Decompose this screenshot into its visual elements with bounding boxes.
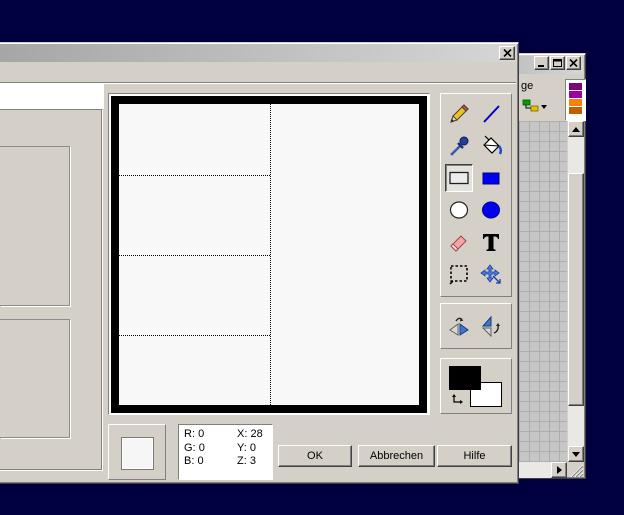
eraser-icon bbox=[450, 235, 467, 252]
size-grip[interactable] bbox=[568, 462, 584, 478]
brush-preview-box bbox=[108, 424, 166, 480]
filled-ellipse-tool[interactable] bbox=[477, 196, 505, 224]
blue-readout: B: 0 bbox=[184, 455, 204, 468]
arrow-down-icon bbox=[572, 451, 580, 457]
palette-swatch[interactable] bbox=[569, 91, 582, 98]
selection-icon bbox=[449, 265, 468, 285]
dialog-titlebar[interactable] bbox=[0, 44, 516, 62]
scroll-down-button[interactable] bbox=[568, 446, 584, 462]
left-list-area[interactable] bbox=[0, 84, 104, 109]
x-readout: X: 28 bbox=[237, 428, 263, 441]
text-icon bbox=[483, 234, 499, 251]
maximize-icon bbox=[553, 58, 562, 67]
arrow-up-icon bbox=[572, 126, 580, 132]
z-readout: Z: 3 bbox=[237, 455, 256, 468]
move-icon bbox=[480, 264, 501, 284]
eyedropper-icon bbox=[450, 136, 469, 156]
flip-vertical-button[interactable] bbox=[477, 312, 505, 340]
horizontal-guide-line bbox=[119, 255, 270, 256]
filled-rectangle-icon bbox=[482, 172, 500, 185]
flip-horizontal-button[interactable] bbox=[445, 312, 473, 340]
x-label: X: bbox=[237, 428, 248, 440]
y-label: Y: bbox=[237, 442, 247, 454]
minimize-button[interactable] bbox=[534, 56, 549, 70]
red-value: 0 bbox=[198, 428, 205, 440]
fill-bucket-icon bbox=[483, 135, 503, 155]
color-palette-strip[interactable] bbox=[565, 79, 586, 121]
minimize-icon bbox=[538, 64, 544, 67]
x-value: 28 bbox=[250, 428, 263, 440]
ellipse-icon bbox=[449, 201, 469, 219]
line-icon bbox=[483, 105, 500, 123]
palette-swatch[interactable] bbox=[569, 99, 582, 106]
transform-palette bbox=[440, 303, 512, 349]
filled-rectangle-tool[interactable] bbox=[477, 164, 505, 192]
resize-grip-icon bbox=[570, 464, 584, 478]
z-value: 3 bbox=[249, 455, 256, 467]
green-readout: G: 0 bbox=[184, 442, 205, 455]
pencil-tool[interactable] bbox=[445, 100, 473, 128]
foreground-color-swatch[interactable] bbox=[449, 366, 481, 390]
swap-colors-button[interactable] bbox=[451, 393, 467, 407]
flip-horizontal-icon bbox=[449, 317, 469, 336]
editor-dialog: R: 0 G: 0 B: 0 X: 28 Y: 0 Z: 3 OK Abbrec… bbox=[0, 42, 519, 484]
close-icon bbox=[502, 49, 512, 57]
brush-preview bbox=[121, 437, 154, 470]
menu-item[interactable]: ge bbox=[521, 80, 533, 93]
horizontal-scrollbar[interactable] bbox=[519, 462, 567, 478]
tool-grid bbox=[445, 100, 505, 288]
vertical-guide-line bbox=[270, 104, 271, 405]
y-readout: Y: 0 bbox=[237, 442, 256, 455]
text-tool[interactable] bbox=[477, 228, 505, 256]
rectangle-icon bbox=[449, 171, 469, 185]
red-label: R: bbox=[184, 428, 195, 440]
swap-colors-icon bbox=[452, 394, 463, 404]
color-selector bbox=[440, 358, 512, 414]
selection-tool[interactable] bbox=[445, 260, 473, 288]
arrow-right-icon bbox=[556, 466, 562, 474]
pencil-icon bbox=[450, 104, 469, 123]
ellipse-tool[interactable] bbox=[445, 196, 473, 224]
ok-button[interactable]: OK bbox=[278, 445, 352, 467]
palette-swatch[interactable] bbox=[569, 107, 582, 114]
palette-swatch[interactable] bbox=[569, 83, 582, 90]
cancel-button[interactable]: Abbrechen bbox=[358, 445, 435, 467]
horizontal-guide-line bbox=[119, 175, 270, 176]
grid-tool-icon bbox=[522, 99, 547, 112]
fill-tool[interactable] bbox=[477, 132, 505, 160]
eraser-tool[interactable] bbox=[445, 228, 473, 256]
pixel-info-box: R: 0 G: 0 B: 0 X: 28 Y: 0 Z: 3 bbox=[178, 424, 273, 480]
y-value: 0 bbox=[249, 442, 256, 454]
tool-palette bbox=[440, 93, 512, 297]
horizontal-guide-line bbox=[119, 335, 270, 336]
vertical-scrollbar[interactable] bbox=[568, 121, 584, 462]
toolbar-dropdown-button[interactable] bbox=[521, 97, 549, 115]
canvas-surface[interactable] bbox=[119, 104, 419, 405]
rectangle-tool[interactable] bbox=[445, 164, 473, 192]
maximize-button[interactable] bbox=[550, 56, 565, 70]
green-value: 0 bbox=[198, 442, 205, 454]
scroll-up-button[interactable] bbox=[568, 121, 584, 137]
scroll-thumb[interactable] bbox=[568, 173, 584, 406]
help-button[interactable]: Hilfe bbox=[437, 445, 512, 467]
filled-ellipse-icon bbox=[482, 201, 500, 219]
green-label: G: bbox=[184, 442, 196, 454]
grid-area[interactable] bbox=[519, 121, 567, 462]
z-label: Z: bbox=[237, 455, 247, 467]
line-tool[interactable] bbox=[477, 100, 505, 128]
scroll-right-button[interactable] bbox=[551, 462, 567, 478]
left-group-box bbox=[0, 146, 70, 306]
close-icon bbox=[569, 59, 578, 67]
flip-vertical-icon bbox=[481, 315, 500, 338]
red-readout: R: 0 bbox=[184, 428, 204, 441]
move-tool[interactable] bbox=[477, 260, 505, 288]
drawing-canvas[interactable] bbox=[111, 96, 427, 413]
dialog-close-button[interactable] bbox=[499, 46, 515, 60]
blue-value: 0 bbox=[197, 455, 204, 467]
blue-label: B: bbox=[184, 455, 195, 467]
eyedropper-tool[interactable] bbox=[445, 132, 473, 160]
background-close-button[interactable] bbox=[566, 56, 581, 70]
left-group-box bbox=[0, 319, 70, 438]
